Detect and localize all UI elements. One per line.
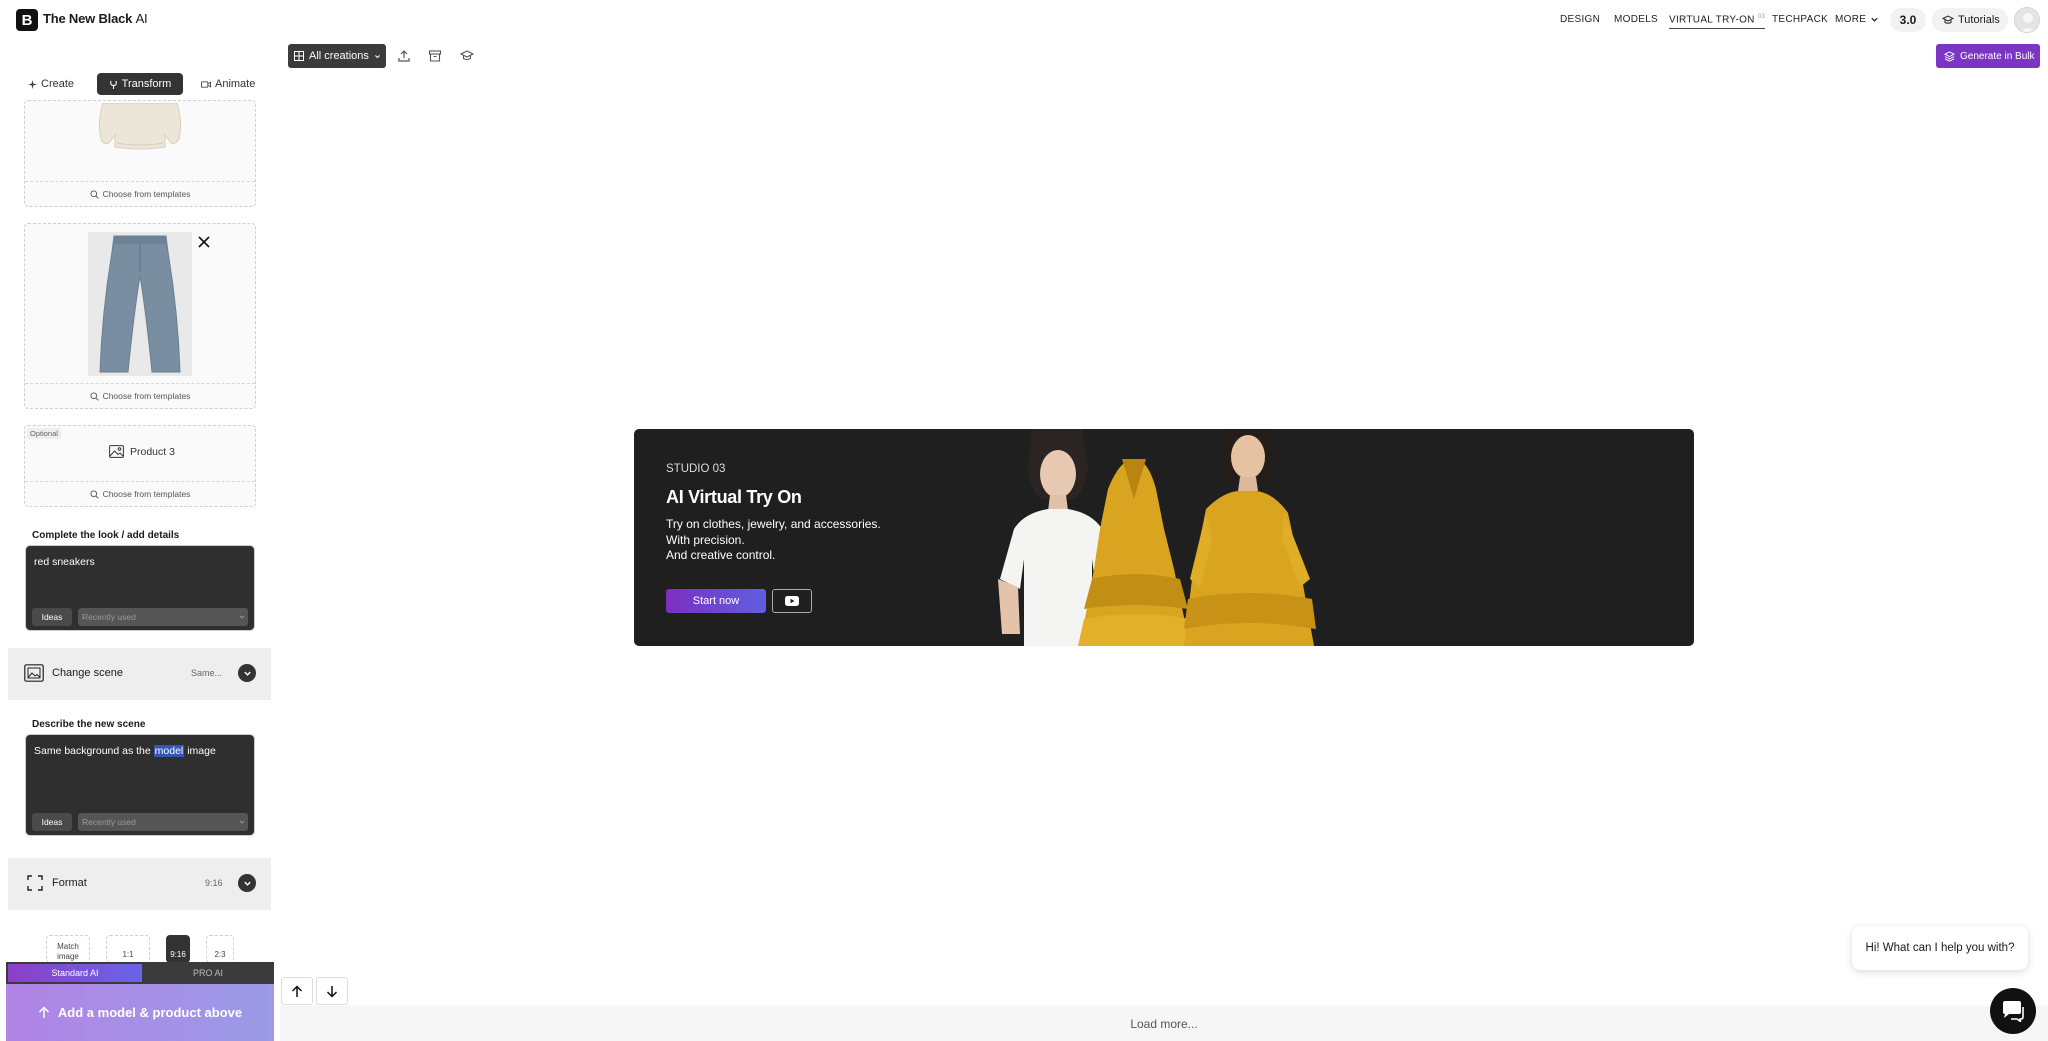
choose-templates-button[interactable]: Choose from templates (25, 181, 255, 206)
fullscreen-icon (27, 875, 43, 891)
start-now-button[interactable]: Start now (666, 589, 766, 613)
chat-launcher[interactable] (1990, 988, 2036, 1034)
ideas-button[interactable]: Ideas (32, 608, 72, 626)
grid-icon (294, 51, 304, 61)
banner-description: Try on clothes, jewelry, and accessories… (666, 517, 881, 562)
describe-scene-input[interactable]: Same background as the model image Ideas… (25, 734, 255, 836)
jeans-thumbnail (88, 232, 192, 376)
complete-look-label: Complete the look / add details (26, 528, 186, 543)
arrow-up-icon (38, 1006, 49, 1018)
format-option-2-3[interactable]: 2:3 (206, 935, 234, 963)
banner-eyebrow: STUDIO 03 (666, 463, 726, 475)
image-icon (109, 445, 124, 458)
complete-look-input[interactable]: red sneakers Ideas Recently used (25, 545, 255, 631)
tab-animate[interactable]: Animate (193, 73, 263, 95)
chevron-down-icon (239, 615, 245, 619)
fork-icon (109, 80, 117, 89)
arrow-up-icon (291, 984, 303, 997)
creations-filter-dropdown[interactable]: All creations (288, 44, 386, 68)
version-badge[interactable]: 3.0 (1890, 8, 1926, 32)
models-illustration (998, 429, 1316, 646)
arrow-down-icon (326, 985, 338, 998)
studio-promo-banner: STUDIO 03 AI Virtual Try On Try on cloth… (634, 429, 1694, 646)
archive-icon[interactable] (428, 49, 442, 63)
format-option-1-1[interactable]: 1:1 (106, 935, 150, 963)
user-icon (2019, 13, 2037, 32)
close-icon[interactable] (197, 235, 211, 249)
pro-ai-option[interactable]: PRO AI (144, 964, 272, 982)
search-icon (90, 489, 99, 499)
brand-logo[interactable]: B (16, 9, 38, 31)
sweater-thumbnail (98, 103, 182, 150)
format-option-match[interactable]: Match image (46, 935, 90, 963)
scroll-up-button[interactable] (281, 977, 313, 1005)
product-slot-1[interactable]: Choose from templates (24, 100, 256, 207)
recently-used-select[interactable]: Recently used (78, 608, 248, 626)
tab-transform[interactable]: Transform (97, 73, 183, 95)
scroll-down-button[interactable] (316, 977, 348, 1005)
nav-techpack[interactable]: TECHPACK (1772, 14, 1828, 25)
video-icon (201, 80, 211, 88)
add-model-product-button[interactable]: Add a model & product above (6, 984, 274, 1041)
generate-bulk-button[interactable]: Generate in Bulk (1936, 44, 2040, 68)
search-icon (90, 391, 99, 401)
model-yellow-outfit (1184, 429, 1316, 646)
expand-toggle[interactable] (238, 874, 256, 892)
selected-text: model (153, 745, 185, 757)
jeans-image (99, 235, 181, 373)
chevron-down-icon (243, 881, 251, 886)
choose-templates-button[interactable]: Choose from templates (25, 481, 255, 506)
nav-virtual-tryon[interactable]: VIRTUAL TRY-ON 03 (1669, 14, 1766, 30)
chevron-down-icon (239, 820, 245, 824)
standard-ai-option[interactable]: Standard AI (8, 964, 142, 982)
graduation-cap-icon (1942, 15, 1954, 24)
format-section[interactable]: Format 9:16 (8, 858, 271, 910)
ideas-button[interactable]: Ideas (32, 813, 72, 831)
sidebar: Create Transform Animate Choose from tem… (0, 40, 280, 1041)
nav-more[interactable]: MORE (1835, 14, 1879, 25)
chat-greeting[interactable]: Hi! What can I help you with? (1852, 926, 2028, 970)
search-icon (90, 189, 99, 199)
product-slot-3[interactable]: Optional Product 3 Choose from templates (24, 425, 256, 507)
product-slot-2[interactable]: Choose from templates (24, 223, 256, 409)
top-navigation: B The New Black AI DESIGN MODELS VIRTUAL… (0, 0, 2048, 40)
format-option-9-16[interactable]: 9:16 (166, 935, 190, 963)
load-more-button[interactable]: Load more... (280, 1006, 2048, 1041)
brand-name[interactable]: The New Black AI (43, 11, 148, 26)
chevron-down-icon (374, 54, 380, 58)
youtube-button[interactable] (772, 589, 812, 613)
change-scene-section[interactable]: Change scene Same... (8, 648, 271, 700)
scene-icon (24, 664, 44, 682)
chevron-down-icon (243, 671, 251, 676)
user-avatar[interactable] (2014, 7, 2040, 33)
tab-create[interactable]: Create (20, 73, 82, 95)
upload-icon[interactable] (397, 49, 411, 63)
tutorials-button[interactable]: Tutorials (1932, 8, 2008, 32)
describe-scene-label: Describe the new scene (26, 717, 152, 732)
ai-model-switch: Standard AI PRO AI (6, 962, 274, 984)
graduation-cap-icon[interactable] (460, 49, 474, 63)
chevron-down-icon (1871, 17, 1878, 22)
sparkle-icon (28, 79, 37, 89)
recently-used-select[interactable]: Recently used (78, 813, 248, 831)
choose-templates-button[interactable]: Choose from templates (25, 383, 255, 408)
layers-icon (1944, 50, 1955, 62)
youtube-icon (785, 596, 799, 606)
optional-tag: Optional (27, 428, 61, 439)
nav-design[interactable]: DESIGN (1560, 14, 1600, 25)
mode-tabs: Create Transform Animate (20, 73, 260, 95)
banner-title: AI Virtual Try On (666, 487, 802, 507)
nav-models[interactable]: MODELS (1614, 14, 1658, 25)
expand-toggle[interactable] (238, 664, 256, 682)
product-3-placeholder: Product 3 (109, 445, 175, 458)
chat-icon (2003, 1001, 2024, 1022)
